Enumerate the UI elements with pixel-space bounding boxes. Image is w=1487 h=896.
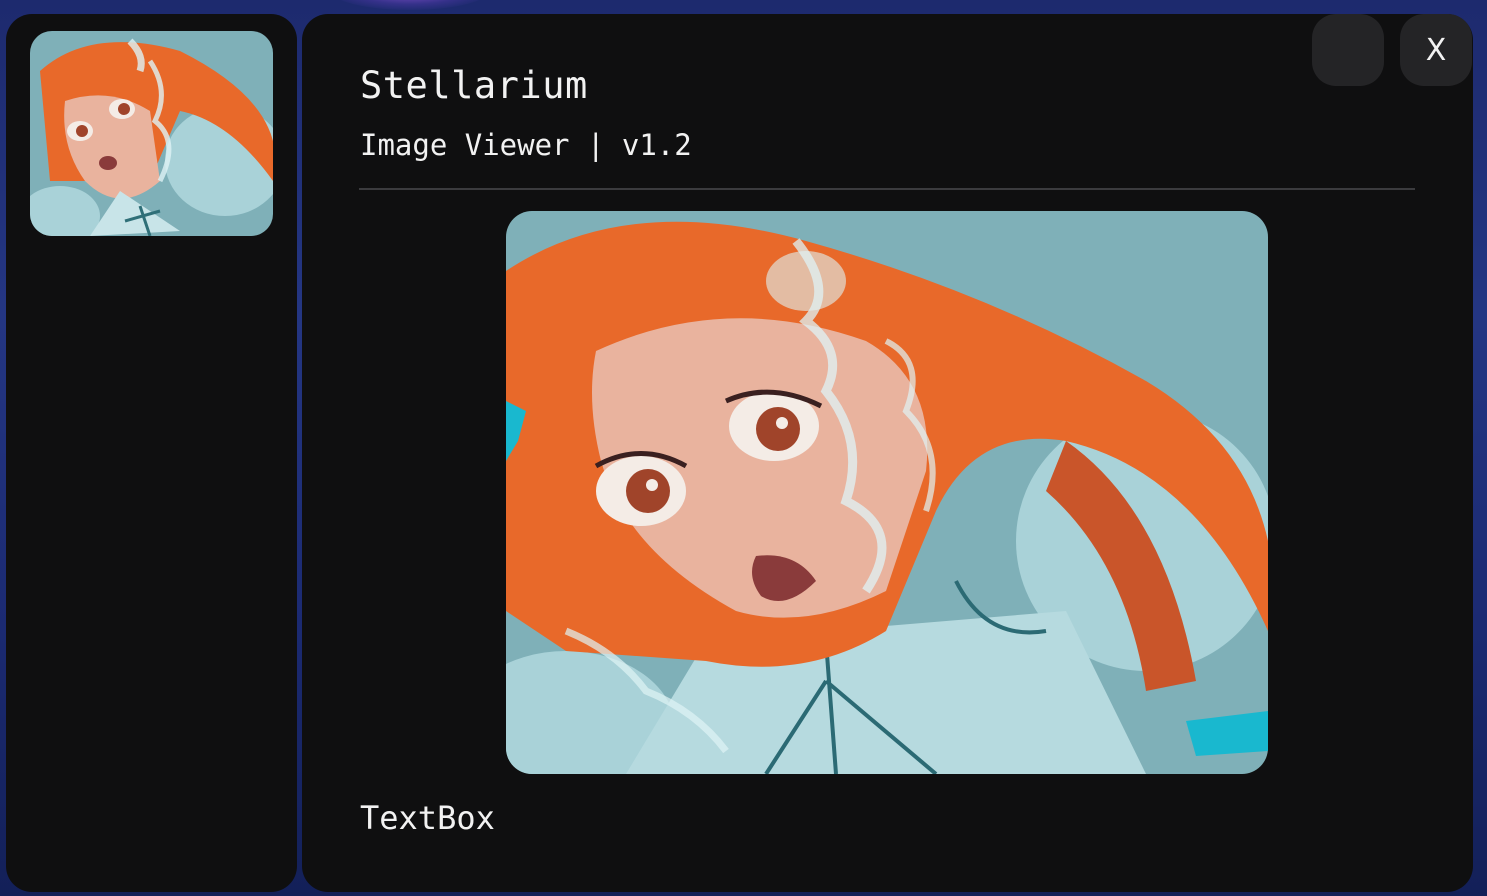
thumbnail-illustration: [30, 31, 273, 236]
image-caption: TextBox: [360, 799, 495, 837]
close-button[interactable]: X: [1400, 14, 1472, 86]
app-subtitle: Image Viewer | v1.2: [360, 128, 692, 162]
preview-illustration: [506, 211, 1268, 774]
desktop-background-glow: [330, 0, 490, 10]
blank-button[interactable]: [1312, 14, 1384, 86]
image-thumbnail[interactable]: [30, 31, 273, 236]
header-divider: [359, 188, 1415, 190]
app-title: Stellarium: [360, 64, 588, 107]
image-preview: [506, 211, 1268, 774]
sidebar: [6, 14, 297, 892]
image-viewer-panel: Stellarium Image Viewer | v1.2 X TextBox: [302, 14, 1473, 892]
